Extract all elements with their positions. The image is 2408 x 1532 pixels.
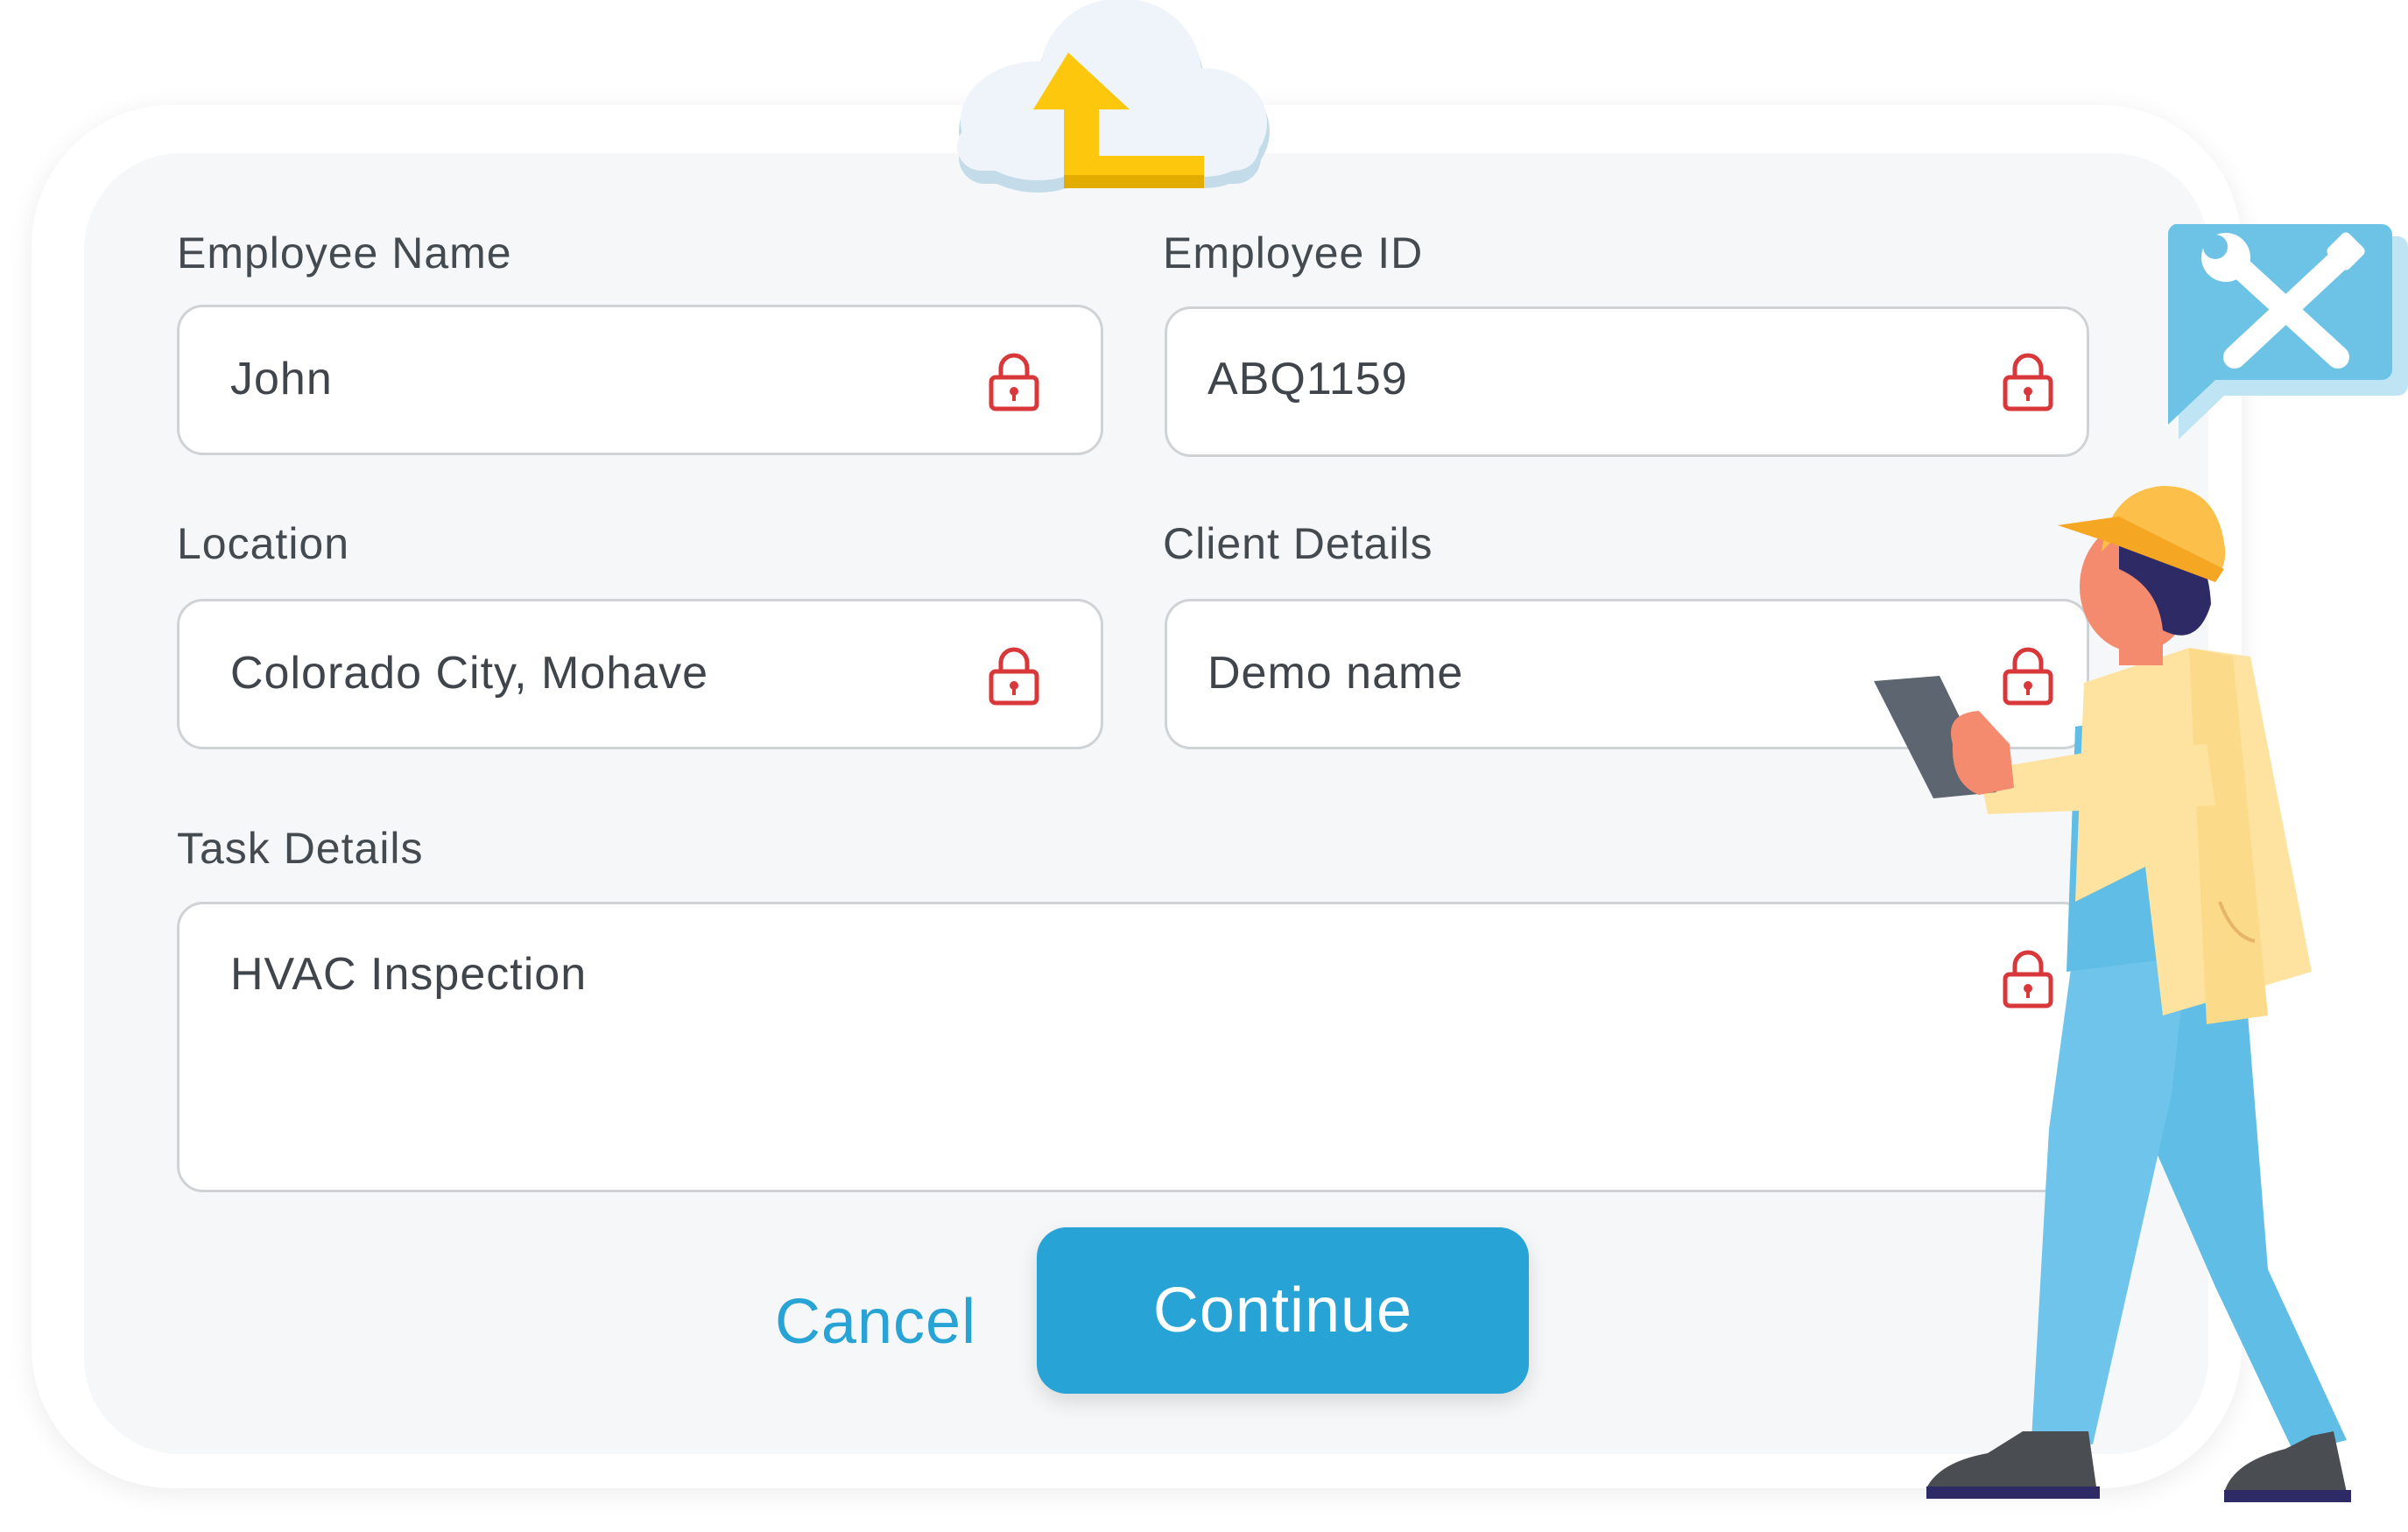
lock-icon <box>989 353 1039 411</box>
cancel-button[interactable]: Cancel <box>762 1278 989 1366</box>
employee-id-value: ABQ1159 <box>1208 354 1408 404</box>
client-details-value: Demo name <box>1208 648 1464 699</box>
task-details-label: Task Details <box>177 824 424 873</box>
employee-name-value: John <box>230 354 333 404</box>
employee-id-label: Employee ID <box>1163 228 1424 278</box>
cloud-upload-icon <box>957 0 1270 193</box>
location-label: Location <box>177 519 350 568</box>
employee-id-field[interactable]: ABQ1159 <box>1165 306 2089 457</box>
worker-illustration <box>1874 486 2351 1502</box>
lock-icon <box>989 647 1039 706</box>
continue-button[interactable]: Continue <box>1037 1227 1529 1394</box>
location-value: Colorado City, Mohave <box>230 648 709 699</box>
tools-icon <box>2167 224 2408 439</box>
location-field[interactable]: Colorado City, Mohave <box>177 599 1103 749</box>
task-details-value: HVAC Inspection <box>230 949 588 1000</box>
task-details-textarea[interactable]: HVAC Inspection <box>177 902 2089 1192</box>
client-details-label: Client Details <box>1163 519 1433 568</box>
employee-name-label: Employee Name <box>177 228 512 278</box>
employee-name-field[interactable]: John <box>177 305 1103 455</box>
lock-icon <box>2003 353 2053 411</box>
